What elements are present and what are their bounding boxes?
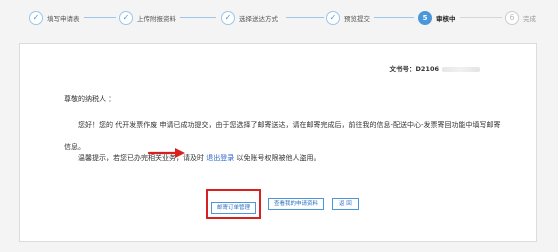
check-icon: ✓ [326,11,340,25]
step-1: ✓ 填写申请表 [29,10,80,26]
step-label: 预览提交 [344,15,370,23]
back-button[interactable]: 返 回 [332,198,359,210]
step-label: 审核中 [436,15,456,23]
submission-message: 您好！您的 代开发票作废 申请已成功提交，由于您选择了邮寄送达，请在邮寄完成后，… [64,121,501,151]
step-label: 填写申请表 [47,15,80,23]
step-6: 6 完成 [505,10,536,26]
red-arrow-icon [147,148,185,158]
step-connector [374,17,414,18]
step-3: ✓ 选择送达方式 [221,10,278,26]
check-icon: ✓ [119,11,133,25]
step-2: ✓ 上传附报资料 [119,10,176,26]
step-label: 完成 [523,15,536,23]
progress-steps: ✓ 填写申请表 ✓ 上传附报资料 ✓ 选择送达方式 ✓ 预览提交 5 审核中 6… [0,0,558,34]
step-number-badge: 6 [505,11,519,25]
highlight-box: 邮寄订单管理 [206,189,262,219]
check-icon: ✓ [29,11,43,25]
document-number-label: 文书号：D2106 [389,65,440,73]
greeting: 尊敬的纳税人 ： [64,95,116,103]
mail-order-manage-button[interactable]: 邮寄订单管理 [211,202,257,214]
step-connector [286,17,324,18]
document-number: 文书号：D2106 [389,63,480,73]
step-connector [460,17,502,18]
view-application-button[interactable]: 查看我的申请资料 [268,198,325,210]
check-icon: ✓ [221,11,235,25]
result-panel: 文书号：D2106 尊敬的纳税人 ： 您好！您的 代开发票作废 申请已成功提交，… [19,43,537,242]
redacted-value [442,66,480,72]
step-connector [180,17,216,18]
action-buttons: 邮寄订单管理 查看我的申请资料 返 回 [206,189,359,219]
tip-suffix: 以免账号权限被他人盗用。 [236,154,321,162]
step-5: 5 审核中 [418,10,456,26]
step-4: ✓ 预览提交 [326,10,370,26]
step-label: 上传附报资料 [137,15,176,23]
step-label: 选择送达方式 [239,15,278,23]
step-number-badge: 5 [418,11,432,25]
step-connector [84,17,116,18]
logout-tip: 温馨提示，若您已办完相关业务，请及时 退出登录 以免账号权限被他人盗用。 [78,153,320,163]
logout-link[interactable]: 退出登录 [206,154,234,162]
